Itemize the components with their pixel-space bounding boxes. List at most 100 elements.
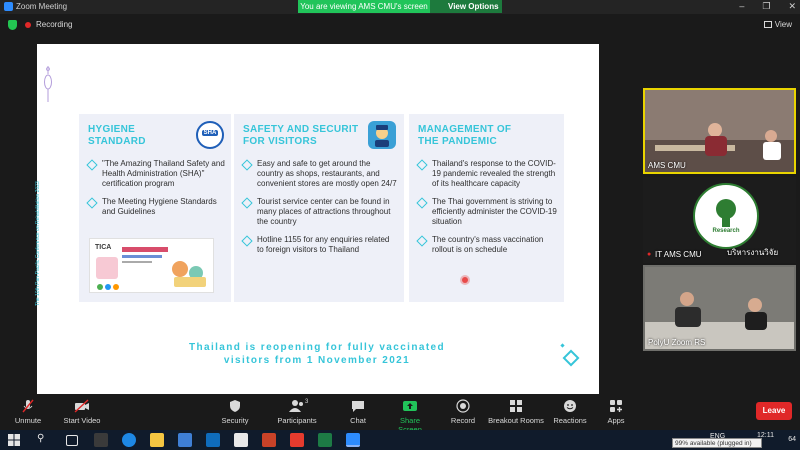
bullet-list: Easy and safe to get around the country … [243,159,398,263]
side-vertical-text: The 10th Pan-Pacific Conference on Rehab… [35,181,41,307]
chat-icon [352,401,364,412]
reactions-button[interactable]: Reactions [553,399,587,425]
panel-safety: SAFETY AND SECURIT FOR VISITORS Easy and… [234,114,404,302]
store-icon[interactable] [178,433,192,447]
leave-button[interactable]: Leave [756,402,792,420]
bullet-list: Thailand's response to the COVID-19 pand… [418,159,558,263]
record-button[interactable]: Record [450,399,476,425]
start-video-label: Start Video [63,416,101,425]
video-off-icon [74,399,89,413]
apps-label: Apps [607,416,625,425]
panel-title: HYGIENE STANDARD [88,124,146,147]
smiley-icon [564,400,576,412]
poster-illustration [96,247,206,290]
security-button[interactable]: Security [220,399,250,425]
outlook-icon[interactable] [206,433,220,447]
share-screen-button[interactable]: Share Screen [388,399,432,434]
meeting-toolbar: Unmute Start Video Security 3 Participan… [0,395,800,434]
start-video-button[interactable]: Start Video [60,399,104,425]
shield-icon[interactable] [8,20,17,30]
restore-icon[interactable]: ❐ [762,1,770,12]
participant-name: AMS CMU [648,161,686,170]
participant-tile[interactable]: PolyU Zoom RS [643,265,796,351]
decorative-diamond-icon [560,343,565,348]
research-logo-text: Research [712,228,740,234]
panel-title: MANAGEMENT OF THE PANDEMIC [418,124,512,147]
window-title: Zoom Meeting [16,2,68,11]
security-label: Security [221,416,249,425]
recording-bar: Recording View [0,14,800,36]
bullet-list: "The Amazing Thailand Safety and Health … [88,159,225,225]
view-options-button[interactable]: View Options ▼ [430,0,502,24]
list-item: Thailand's response to the COVID-19 pand… [418,159,558,189]
chat-label: Chat [350,416,366,425]
participant-video [645,267,794,349]
list-item: Tourist service center can be found in m… [243,197,398,227]
apps-button[interactable]: Apps [604,399,628,425]
list-item: The country's mass vaccination rollout i… [418,235,558,255]
slide-footer: Thailand is reopening for fully vaccinat… [188,342,446,366]
unmute-button[interactable]: Unmute [10,399,46,425]
list-item: "The Amazing Thailand Safety and Health … [88,159,225,189]
view-label: View [774,20,792,29]
participants-icon [289,400,303,412]
task-view-icon[interactable] [66,435,78,446]
participant-overlay-text: บริหารงานวิจัย [727,248,779,257]
notification-count[interactable]: 64 [788,436,796,443]
share-screen-icon [403,401,417,411]
decorative-diamond-icon [562,349,580,367]
panel-hygiene: HYGIENE STANDARD SHA "The Amazing Thaila… [79,114,231,302]
participant-name: PolyU Zoom RS [648,338,706,347]
chrome-icon[interactable] [234,433,248,447]
view-button[interactable]: View [763,20,792,29]
sha-badge-icon: SHA [196,121,224,149]
edge-browser-icon[interactable] [122,433,136,447]
participants-count: 3 [305,399,309,405]
participant-tile[interactable]: Research IT AMS CMU บริหารงานวิจัย ● [643,177,796,263]
breakout-rooms-label: Breakout Rooms [488,416,544,425]
microphone-muted-icon [22,399,34,413]
viewing-banner: You are viewing AMS CMU's screen [298,0,430,13]
muted-mic-icon: ● [647,251,652,258]
officer-icon [375,125,389,147]
battery-tooltip: 99% available (plugged in) [672,438,762,448]
list-item: Hotline 1155 for any enquiries related t… [243,235,398,255]
list-item: The Thai government is striving to effic… [418,197,558,227]
participants-label: Participants [277,416,317,425]
apps-icon [610,400,622,412]
participant-video [645,90,794,172]
record-label: Record [450,416,476,425]
close-icon[interactable]: ✕ [788,1,796,12]
unmute-label: Unmute [14,416,42,425]
zoom-logo-icon [4,2,13,11]
pointer-cursor-icon [462,277,468,283]
view-options-label: View Options [448,2,499,11]
research-logo: Research [693,183,759,249]
excel-icon[interactable] [318,433,332,447]
chat-button[interactable]: Chat [345,399,371,425]
participant-name: IT AMS CMU [655,250,702,259]
guidelines-poster: TICA [89,238,214,293]
zoom-app-icon[interactable] [346,433,360,447]
desktop-app-icon[interactable] [94,433,108,447]
participants-button[interactable]: 3 Participants [276,399,318,425]
record-icon [456,399,470,413]
minimize-icon[interactable]: – [739,1,744,12]
lantern-icon [44,66,52,102]
recording-label: Recording [36,20,73,29]
reactions-label: Reactions [553,416,587,425]
grid-view-icon [763,21,772,28]
search-icon[interactable]: ⚲ [37,433,44,444]
breakout-rooms-icon [510,400,522,412]
list-item: Easy and safe to get around the country … [243,159,398,189]
windows-start-icon[interactable] [8,434,20,446]
record-dot-icon [25,22,31,28]
breakout-rooms-button[interactable]: Breakout Rooms [488,399,544,425]
participant-tile[interactable]: AMS CMU [643,88,796,174]
powerpoint-icon[interactable] [262,433,276,447]
file-explorer-icon[interactable] [150,433,164,447]
shield-icon [230,400,240,412]
list-item: The Meeting Hygiene Standards and Guidel… [88,197,225,217]
acrobat-icon[interactable] [290,433,304,447]
shared-slide: The 10th Pan-Pacific Conference on Rehab… [35,44,599,394]
